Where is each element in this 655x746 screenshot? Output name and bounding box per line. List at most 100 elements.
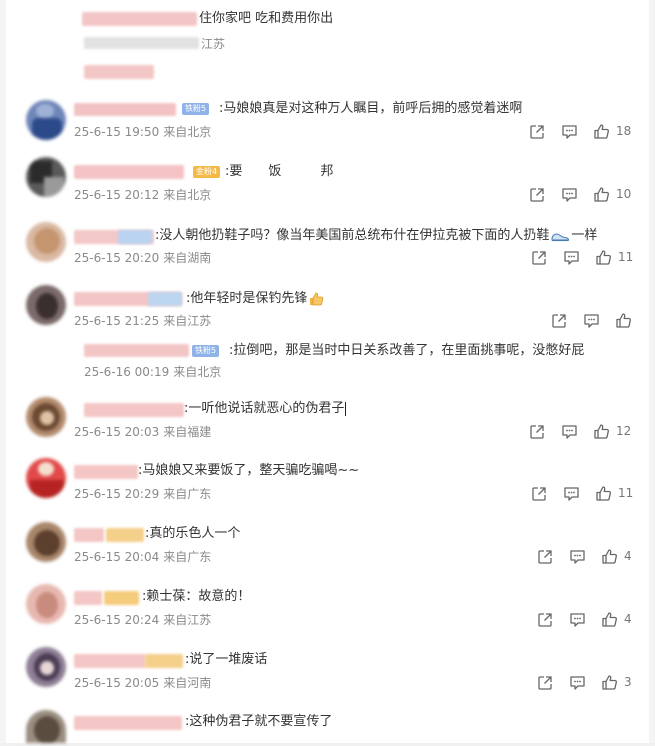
comment-text: :真的乐色人一个 xyxy=(145,526,241,541)
fan-badge: 金粉4 xyxy=(193,166,221,178)
username-blurred[interactable] xyxy=(84,344,189,357)
comment-text: :一听他说话就恶心的伪君子 xyxy=(184,400,347,418)
like-button[interactable]: 3 xyxy=(601,673,632,691)
username-blurred[interactable] xyxy=(74,528,104,542)
avatar[interactable] xyxy=(26,710,66,743)
share-button[interactable] xyxy=(529,186,545,204)
comment-location: 来自广东 xyxy=(163,550,212,564)
like-button[interactable]: 12 xyxy=(593,422,631,440)
avatar[interactable] xyxy=(26,100,66,140)
sneaker-emoji xyxy=(551,232,570,241)
comment-button[interactable] xyxy=(561,186,578,204)
comment-button[interactable] xyxy=(583,312,600,330)
username-blurred[interactable] xyxy=(104,591,139,605)
avatar[interactable] xyxy=(26,458,66,498)
avatar[interactable] xyxy=(26,285,66,325)
comment-meta: 25-6-15 20:20 来自湖南 xyxy=(74,250,211,266)
comment-text: :拉倒吧，那是当时中日关系改善了，在里面挑事呢，没憋好屁 xyxy=(229,343,585,358)
username-blurred[interactable] xyxy=(148,292,182,306)
avatar[interactable] xyxy=(26,584,66,624)
like-button[interactable]: 11 xyxy=(595,248,633,266)
username-blurred[interactable] xyxy=(74,591,102,605)
username-blurred[interactable] xyxy=(84,403,184,417)
username-blurred[interactable] xyxy=(74,465,138,479)
share-icon xyxy=(552,314,566,328)
thumbs-up-icon xyxy=(596,249,611,265)
like-count: 18 xyxy=(616,124,632,138)
comment-button[interactable] xyxy=(569,611,586,629)
comment-text: :赖士葆：故意的！ xyxy=(142,589,251,604)
username-blurred[interactable] xyxy=(82,12,197,26)
comment-text: :马娘娘真是对这种万人瞩目，前呼后拥的感觉着迷啊 xyxy=(219,101,523,116)
share-icon xyxy=(538,676,552,690)
avatar[interactable] xyxy=(26,522,66,562)
share-button[interactable] xyxy=(531,249,547,267)
comment-time: 25-6-15 20:12 xyxy=(74,188,160,202)
avatar[interactable] xyxy=(26,222,66,262)
avatar[interactable] xyxy=(26,647,66,687)
like-button[interactable]: 4 xyxy=(601,547,632,565)
like-button[interactable]: 4 xyxy=(601,610,632,628)
username-blurred[interactable] xyxy=(106,528,144,542)
comment-location: 来自江苏 xyxy=(163,314,212,328)
comment-text: :马娘娘又来要饭了，整天骗吃骗喝~~ xyxy=(138,463,360,478)
like-button[interactable]: 18 xyxy=(593,122,631,140)
comment-meta: 25-6-15 20:24 来自江苏 xyxy=(74,612,211,628)
comment-text-suffix: 一样 xyxy=(571,228,598,243)
share-icon xyxy=(538,550,552,564)
comment-time: 25-6-15 20:24 xyxy=(74,613,160,627)
like-button[interactable]: 11 xyxy=(595,484,633,502)
like-count: 12 xyxy=(616,424,632,438)
share-button[interactable] xyxy=(551,312,567,330)
comment-time: 25-6-15 20:20 xyxy=(74,251,160,265)
username-blurred[interactable] xyxy=(74,103,176,116)
username-blurred[interactable] xyxy=(74,165,184,179)
comment-time: 25-6-15 20:04 xyxy=(74,550,160,564)
username-blurred[interactable] xyxy=(118,230,152,244)
thumbs-up-icon xyxy=(602,548,617,564)
share-button[interactable] xyxy=(537,674,553,692)
share-button[interactable] xyxy=(529,123,545,141)
comment-button[interactable] xyxy=(563,485,580,503)
comment-location: 来自北京 xyxy=(173,365,222,379)
comment-button[interactable] xyxy=(563,249,580,267)
username-blurred[interactable] xyxy=(145,654,183,668)
comment-time: 25-6-15 21:25 xyxy=(74,314,160,328)
avatar[interactable] xyxy=(26,157,66,197)
comment-button[interactable] xyxy=(561,123,578,141)
comment-button[interactable] xyxy=(569,548,586,566)
comment-button[interactable] xyxy=(561,423,578,441)
like-button[interactable]: 10 xyxy=(593,185,631,203)
thumbs-up-icon xyxy=(602,674,617,690)
thumbs-up-emoji xyxy=(310,292,324,305)
fan-badge: 铁粉5 xyxy=(182,103,210,115)
username-blurred[interactable] xyxy=(74,654,146,668)
thumbs-up-icon xyxy=(596,485,611,501)
comment-location: 来自福建 xyxy=(163,425,212,439)
comment-meta: 25-6-15 20:05 来自河南 xyxy=(74,675,211,691)
comment-text-main: :一听他说话就恶心的伪君子 xyxy=(184,401,345,416)
thumbs-up-icon xyxy=(594,423,609,439)
window-left-edge xyxy=(0,0,6,746)
comment-meta: 25-6-15 21:25 来自江苏 xyxy=(74,313,211,329)
comment-text: 住你家吧 吃和费用你出 xyxy=(199,11,334,26)
avatar[interactable] xyxy=(26,397,66,437)
share-button[interactable] xyxy=(531,485,547,503)
comment-icon xyxy=(570,550,585,564)
share-button[interactable] xyxy=(529,423,545,441)
text-cursor xyxy=(345,401,347,416)
share-button[interactable] xyxy=(537,611,553,629)
like-count: 11 xyxy=(618,250,634,264)
comment-meta: 25-6-15 20:29 来自广东 xyxy=(74,486,211,502)
comment-location: 来自江苏 xyxy=(163,613,212,627)
like-count: 4 xyxy=(624,612,632,626)
like-button[interactable] xyxy=(615,311,638,329)
username-blurred[interactable] xyxy=(74,716,182,730)
comment-text: :没人朝他扔鞋子吗？像当年美国前总统布什在伊拉克被下面的人扔鞋 一样 xyxy=(155,227,597,245)
comment-icon xyxy=(562,125,577,139)
comment-location: 江苏 xyxy=(201,37,226,51)
comment-icon xyxy=(562,425,577,439)
comment-button[interactable] xyxy=(569,674,586,692)
reply-link-blurred[interactable] xyxy=(84,65,154,79)
share-button[interactable] xyxy=(537,548,553,566)
